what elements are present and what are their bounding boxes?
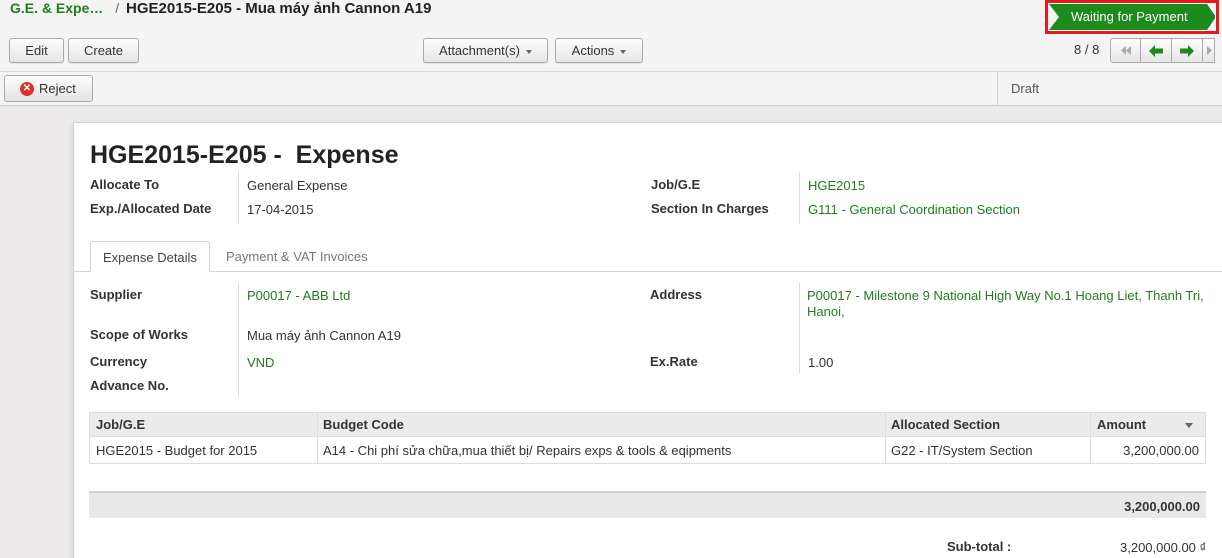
column-header-budget-code[interactable]: Budget Code: [323, 417, 404, 432]
scope-value: Mua máy ảnh Cannon A19: [247, 328, 401, 343]
date-value: 17-04-2015: [247, 202, 314, 217]
edit-button[interactable]: Edit: [9, 38, 64, 63]
reject-button[interactable]: ✕ Reject: [4, 75, 93, 102]
scope-label: Scope of Works: [90, 327, 189, 342]
column-divider: [885, 437, 886, 463]
pager-last-button[interactable]: [1203, 38, 1215, 63]
table-total-amount: 3,200,000.00: [1124, 499, 1200, 514]
arrow-right-icon: [1180, 44, 1194, 57]
breadcrumb-separator: /: [115, 0, 120, 16]
pager-next-button[interactable]: [1172, 38, 1203, 63]
advance-label: Advance No.: [90, 378, 169, 393]
chevron-down-icon: [525, 49, 532, 54]
column-divider: [317, 413, 318, 436]
date-label: Exp./Allocated Date: [90, 201, 212, 216]
column-divider: [1090, 413, 1091, 436]
subtotal-value: 3,200,000.00 ₫: [1120, 540, 1207, 555]
column-divider: [885, 413, 886, 436]
cell-budget-code: A14 - Chi phí sửa chữa,mua thiết bị/ Rep…: [323, 443, 732, 458]
address-line-1[interactable]: P00017 - Milestone 9 National High Way N…: [807, 288, 1204, 303]
field-divider: [799, 283, 800, 373]
tab-label: Payment & VAT Invoices: [226, 249, 368, 264]
allocate-to-label: Allocate To: [90, 177, 160, 192]
attachments-label: Attachment(s): [439, 43, 520, 58]
cell-job: HGE2015 - Budget for 2015: [96, 443, 258, 458]
status-bar: ✕ Reject Draft: [0, 72, 1222, 106]
pager-buttons: [1110, 38, 1215, 63]
exrate-value: 1.00: [808, 355, 834, 370]
stage-waiting-for-payment[interactable]: Waiting for Payment: [1049, 4, 1216, 30]
stage-tip: [1207, 4, 1216, 30]
breadcrumb: G.E. & Expe… / HGE2015-E205 - Mua máy ản…: [10, 0, 431, 18]
subtotal-label: Sub-total :: [947, 539, 1012, 554]
reject-label: Reject: [39, 81, 76, 96]
first-page-icon: [1120, 46, 1131, 55]
stage-notch: [1049, 4, 1059, 30]
column-header-amount[interactable]: Amount: [1097, 417, 1146, 432]
close-circle-icon: ✕: [20, 81, 34, 96]
stage-active-label: Waiting for Payment: [1071, 9, 1188, 24]
section-label: Section In Charges: [651, 201, 769, 216]
create-button[interactable]: Create: [68, 38, 139, 63]
page-title: HGE2015-E205 - Expense: [90, 141, 399, 169]
allocate-to-value: General Expense: [247, 178, 348, 193]
column-header-allocated-section[interactable]: Allocated Section: [891, 417, 1000, 432]
currency-label: Currency: [90, 354, 148, 369]
field-divider: [238, 283, 239, 396]
pager-count: 8 / 8: [1074, 42, 1100, 57]
job-link[interactable]: HGE2015: [808, 178, 865, 193]
column-header-job[interactable]: Job/G.E: [96, 417, 145, 432]
notebook-tabs: Expense Details Payment & VAT Invoices: [74, 241, 1222, 272]
attachments-dropdown[interactable]: Attachment(s): [423, 38, 548, 63]
table-header: Job/G.E Budget Code Allocated Section Am…: [89, 412, 1206, 437]
stage-draft[interactable]: Draft: [1011, 81, 1039, 96]
job-label: Job/G.E: [651, 177, 701, 192]
currency-link[interactable]: VND: [247, 355, 274, 370]
tab-expense-details[interactable]: Expense Details: [90, 241, 210, 272]
arrow-left-icon: [1149, 44, 1163, 57]
chevron-down-icon: [620, 49, 627, 54]
tab-label: Expense Details: [103, 250, 197, 265]
exrate-label: Ex.Rate: [650, 354, 698, 369]
table-row[interactable]: HGE2015 - Budget for 2015 A14 - Chi phí …: [89, 437, 1206, 464]
breadcrumb-parent-link[interactable]: G.E. & Expe…: [10, 0, 103, 16]
stage-divider: [997, 72, 998, 106]
control-panel: G.E. & Expe… / HGE2015-E205 - Mua máy ản…: [0, 0, 1222, 72]
table-total-row: 3,200,000.00: [89, 491, 1206, 518]
column-divider: [317, 437, 318, 463]
cell-amount: 3,200,000.00: [1123, 443, 1199, 458]
pager-first-button[interactable]: [1110, 38, 1141, 63]
field-divider: [799, 172, 800, 224]
tab-payment-vat-invoices[interactable]: Payment & VAT Invoices: [214, 241, 380, 272]
cell-allocated-section: G22 - IT/System Section: [891, 443, 1033, 458]
actions-label: Actions: [571, 43, 615, 58]
supplier-label: Supplier: [90, 287, 143, 302]
pager-previous-button[interactable]: [1141, 38, 1172, 63]
section-link[interactable]: G111 - General Coordination Section: [808, 202, 1020, 217]
last-page-icon: [1206, 46, 1212, 55]
field-divider: [238, 172, 239, 224]
supplier-link[interactable]: P00017 - ABB Ltd: [247, 288, 350, 303]
sort-desc-icon[interactable]: [1185, 423, 1193, 428]
address-label: Address: [650, 287, 703, 302]
actions-dropdown[interactable]: Actions: [555, 38, 643, 63]
breadcrumb-current: HGE2015-E205 - Mua máy ảnh Cannon A19: [126, 0, 432, 17]
address-line-2[interactable]: Hanoi,: [807, 304, 845, 319]
column-divider: [1090, 437, 1091, 463]
